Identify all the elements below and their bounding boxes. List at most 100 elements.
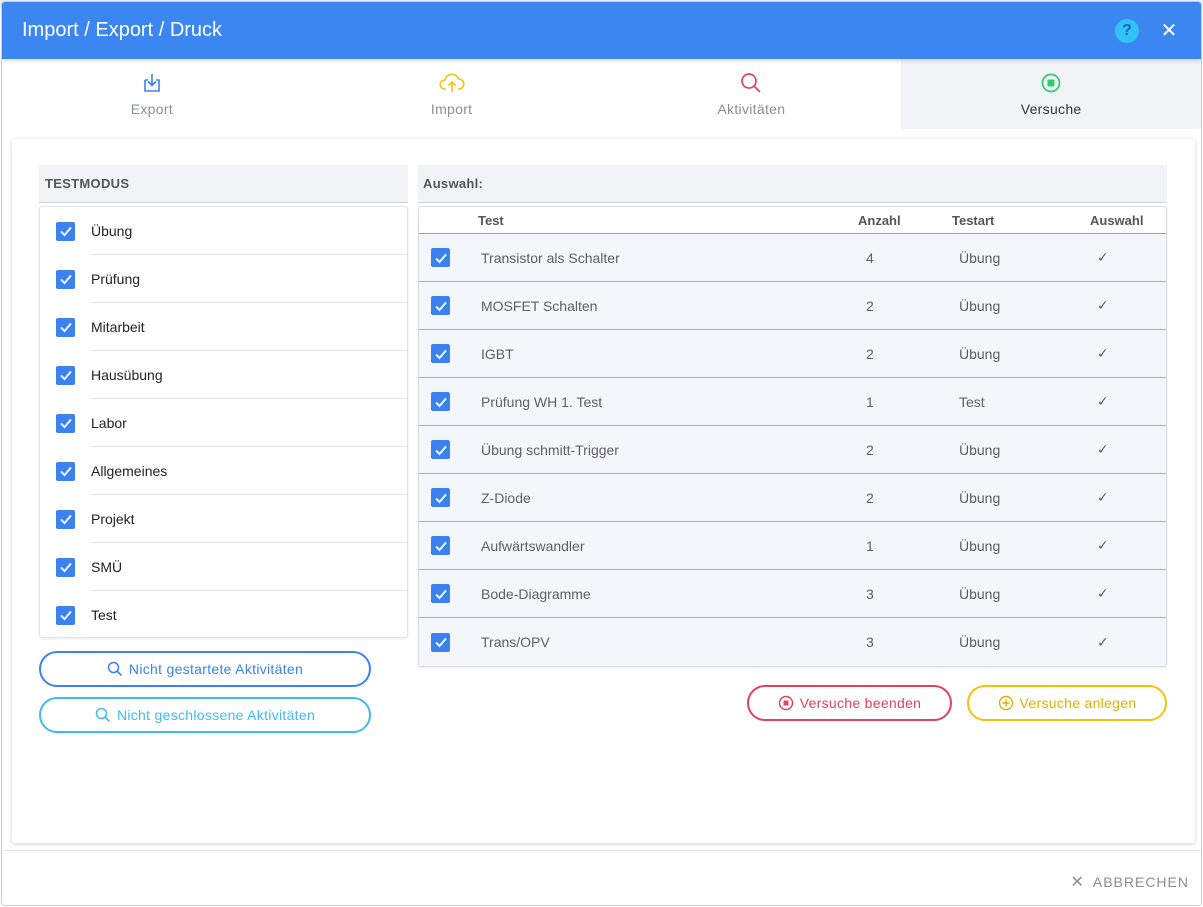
checkbox[interactable] — [56, 221, 75, 241]
cell-test: Bode-Diagramme — [481, 585, 591, 602]
table-row[interactable]: Bode-Diagramme 3 Übung ✓ — [419, 570, 1166, 618]
end-trials-label: Versuche beenden — [799, 695, 922, 711]
import-export-dialog: Import / Export / Druck ? ✕ Export Impor… — [1, 1, 1202, 906]
list-item[interactable]: Mitarbeit — [40, 303, 407, 351]
table-row[interactable]: Transistor als Schalter 4 Übung ✓ — [419, 234, 1166, 282]
testmodus-list: Übung Prüfung Mitarbeit Hausübung Labor — [39, 206, 408, 638]
cell-testart: Übung — [959, 441, 1001, 458]
checkbox[interactable] — [431, 344, 450, 363]
row-checkbox-cell — [419, 296, 481, 315]
cell-testart: Test — [959, 393, 985, 410]
cell-anzahl: 2 — [866, 441, 874, 458]
table-row[interactable]: Aufwärtswandler 1 Übung ✓ — [419, 522, 1166, 570]
checkbox[interactable] — [56, 605, 75, 625]
cell-testart: Übung — [959, 489, 1001, 506]
tab-aktivitaeten[interactable]: Aktivitäten — [602, 59, 902, 129]
tab-import-label: Import — [430, 101, 473, 117]
cell-auswahl: ✓ — [1097, 537, 1109, 553]
list-item[interactable]: Hausübung — [40, 351, 407, 399]
cell-auswahl: ✓ — [1097, 489, 1109, 505]
list-item[interactable]: SMÜ — [40, 543, 407, 591]
checkbox[interactable] — [431, 248, 450, 267]
cell-test: Aufwärtswandler — [481, 537, 585, 554]
tab-versuche[interactable]: Versuche — [901, 59, 1201, 129]
row-checkbox-cell — [419, 632, 481, 652]
table-row[interactable]: Trans/OPV 3 Übung ✓ — [419, 618, 1166, 666]
column-header-testart[interactable]: Testart — [952, 213, 1090, 228]
table-row[interactable]: IGBT 2 Übung ✓ — [419, 330, 1166, 378]
list-item-label: Prüfung — [91, 271, 141, 287]
cell-anzahl: 4 — [866, 249, 874, 266]
table-row[interactable]: Prüfung WH 1. Test 1 Test ✓ — [419, 378, 1166, 426]
cancel-button[interactable]: ✕ ABBRECHEN — [1070, 872, 1189, 892]
row-checkbox-cell — [419, 344, 481, 363]
list-item[interactable]: Test — [40, 591, 407, 637]
list-item[interactable]: Prüfung — [40, 255, 407, 303]
cell-test: Übung schmitt-Trigger — [481, 441, 619, 458]
question-circle-icon[interactable]: ? — [1115, 18, 1139, 43]
table-row[interactable]: Z-Diode 2 Übung ✓ — [419, 474, 1166, 522]
auswahl-table: Test Anzahl Testart Auswahl Transistor a… — [418, 206, 1167, 667]
tab-versuche-label: Versuche — [1020, 101, 1082, 117]
cell-test: MOSFET Schalten — [481, 297, 598, 314]
checkbox[interactable] — [56, 413, 75, 433]
not-started-activities-button[interactable]: Nicht gestartete Aktivitäten — [39, 651, 371, 687]
column-header-auswahl[interactable]: Auswahl — [1090, 213, 1163, 228]
cell-anzahl: 2 — [866, 297, 874, 314]
cell-test: IGBT — [481, 345, 514, 362]
create-trials-button[interactable]: Versuche anlegen — [967, 685, 1167, 721]
tab-export[interactable]: Export — [2, 59, 302, 129]
list-item[interactable]: Allgemeines — [40, 447, 407, 495]
checkbox[interactable] — [431, 584, 450, 603]
cancel-label: ABBRECHEN — [1092, 874, 1189, 890]
list-item-label: Labor — [91, 415, 127, 431]
checkbox[interactable] — [56, 317, 75, 337]
list-item-label: Allgemeines — [91, 463, 168, 479]
cell-anzahl: 3 — [866, 585, 874, 602]
cell-testart: Übung — [959, 249, 1001, 266]
table-row[interactable]: Übung schmitt-Trigger 2 Übung ✓ — [419, 426, 1166, 474]
cell-auswahl: ✓ — [1097, 633, 1109, 650]
cell-test: Trans/OPV — [481, 634, 550, 650]
tab-import[interactable]: Import — [302, 59, 602, 129]
cell-auswahl: ✓ — [1097, 249, 1109, 265]
cell-test: Prüfung WH 1. Test — [481, 393, 603, 410]
cell-anzahl: 2 — [866, 489, 874, 506]
cell-testart: Übung — [959, 585, 1001, 602]
checkbox[interactable] — [56, 269, 75, 289]
dialog-titlebar: Import / Export / Druck ? ✕ — [2, 2, 1201, 59]
checkbox[interactable] — [56, 509, 75, 529]
checkbox[interactable] — [431, 440, 450, 459]
checkbox[interactable] — [56, 365, 75, 385]
cell-anzahl: 1 — [866, 537, 874, 554]
list-item-label: Hausübung — [91, 367, 163, 383]
cell-testart: Übung — [959, 297, 1001, 314]
cell-auswahl: ✓ — [1097, 441, 1109, 457]
column-header-anzahl[interactable]: Anzahl — [850, 213, 952, 228]
dialog-footer: ✕ ABBRECHEN — [2, 850, 1201, 905]
checkbox[interactable] — [431, 392, 450, 411]
row-checkbox-cell — [419, 440, 481, 459]
list-item-label: Übung — [91, 223, 133, 239]
list-item[interactable]: Labor — [40, 399, 407, 447]
checkbox[interactable] — [431, 296, 450, 315]
checkbox[interactable] — [56, 557, 75, 577]
list-item-label: Projekt — [91, 511, 135, 527]
checkbox[interactable] — [431, 536, 450, 555]
cell-auswahl: ✓ — [1097, 345, 1109, 361]
row-checkbox-cell — [419, 248, 481, 267]
cell-auswahl: ✓ — [1097, 297, 1109, 313]
table-row[interactable]: MOSFET Schalten 2 Übung ✓ — [419, 282, 1166, 330]
cell-testart: Übung — [959, 537, 1001, 554]
dialog-title: Import / Export / Druck — [22, 19, 223, 41]
list-item[interactable]: Übung — [40, 207, 407, 255]
not-closed-activities-button[interactable]: Nicht geschlossene Aktivitäten — [39, 697, 371, 733]
checkbox[interactable] — [56, 461, 75, 481]
column-header-test[interactable]: Test — [478, 213, 850, 228]
close-icon: ✕ — [1070, 874, 1085, 891]
end-trials-button[interactable]: Versuche beenden — [747, 685, 952, 721]
checkbox[interactable] — [431, 632, 450, 652]
checkbox[interactable] — [431, 488, 450, 507]
list-item[interactable]: Projekt — [40, 495, 407, 543]
close-icon[interactable]: ✕ — [1157, 19, 1181, 43]
